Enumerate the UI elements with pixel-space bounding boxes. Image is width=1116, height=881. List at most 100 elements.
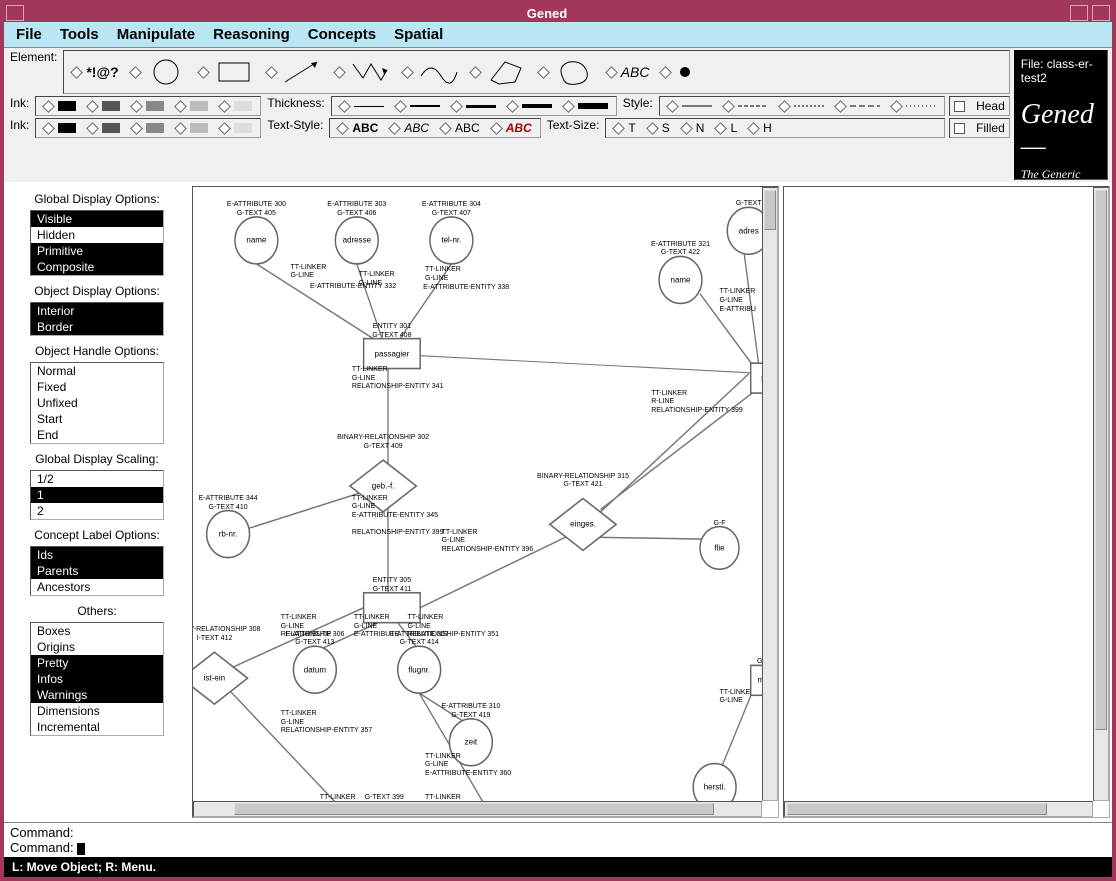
option-item[interactable]: Ancestors xyxy=(31,579,163,595)
node-label: passagier xyxy=(375,349,410,358)
option-item[interactable]: Parents xyxy=(31,563,163,579)
thickness-option[interactable] xyxy=(336,102,388,111)
element-abc[interactable]: ABC xyxy=(603,64,654,80)
textstyle-option[interactable]: ABC xyxy=(437,121,484,135)
edge-annotation: RELATIONSHIP-ENTITY 399 xyxy=(352,529,444,536)
linestyle-option[interactable] xyxy=(832,102,884,111)
option-item[interactable]: Warnings xyxy=(31,687,163,703)
thickness-option[interactable] xyxy=(448,102,500,111)
option-item[interactable]: Border xyxy=(31,319,163,335)
scrollbar-vertical[interactable] xyxy=(762,187,778,801)
title-bar: Gened xyxy=(4,4,1112,22)
element-circle[interactable] xyxy=(127,58,191,86)
ink-swatch[interactable] xyxy=(40,123,80,133)
option-item[interactable]: Dimensions xyxy=(31,703,163,719)
thickness-option[interactable] xyxy=(392,102,444,111)
element-arrow[interactable] xyxy=(263,58,327,86)
option-item[interactable]: Fixed xyxy=(31,379,163,395)
ink-swatch[interactable] xyxy=(84,101,124,111)
textstyle-option[interactable]: ABC xyxy=(334,121,382,135)
ink-swatch[interactable] xyxy=(40,101,80,111)
textsize-option[interactable]: S xyxy=(644,121,674,135)
ink-swatch[interactable] xyxy=(216,123,256,133)
textsize-option[interactable]: T xyxy=(610,121,639,135)
minimize-icon[interactable] xyxy=(1070,5,1088,21)
option-item[interactable]: Interior xyxy=(31,303,163,319)
secondary-canvas[interactable] xyxy=(783,186,1110,818)
edge-annotation: TT-LINKER xyxy=(354,614,390,621)
element-dot[interactable] xyxy=(657,58,699,86)
head-toggle[interactable]: Head xyxy=(949,96,1010,116)
edge-annotation: G-LINE xyxy=(281,623,304,630)
scrollbar-vertical[interactable] xyxy=(1093,187,1109,801)
option-item[interactable]: Composite xyxy=(31,259,163,275)
menu-manipulate[interactable]: Manipulate xyxy=(117,26,195,43)
option-item[interactable]: Visible xyxy=(31,211,163,227)
element-polygon[interactable] xyxy=(467,58,531,86)
menu-tools[interactable]: Tools xyxy=(60,26,99,43)
node-id-label: G-TEXT xyxy=(736,200,762,207)
sidebar: Global Display Options:VisibleHiddenPrim… xyxy=(4,182,190,822)
node-label: tel-nr. xyxy=(441,236,461,245)
textsize-option[interactable]: H xyxy=(745,121,776,135)
linestyle-option[interactable] xyxy=(720,102,772,111)
ink-swatch[interactable] xyxy=(128,123,168,133)
option-item[interactable]: Pretty xyxy=(31,655,163,671)
option-item[interactable]: 1/2 xyxy=(31,471,163,487)
ink-swatch[interactable] xyxy=(128,101,168,111)
option-item[interactable]: Unfixed xyxy=(31,395,163,411)
textsize-option[interactable]: N xyxy=(678,121,709,135)
node-id-label: I-TEXT 412 xyxy=(197,635,233,642)
section-title: Others: xyxy=(10,604,184,618)
option-item[interactable]: Hidden xyxy=(31,227,163,243)
element-curve[interactable] xyxy=(399,58,463,86)
option-item[interactable]: End xyxy=(31,427,163,443)
option-list: InteriorBorder xyxy=(30,302,164,336)
node-label: geb.-f. xyxy=(372,481,395,490)
ink-swatch[interactable] xyxy=(84,123,124,133)
ink-swatch[interactable] xyxy=(172,101,212,111)
linestyle-option[interactable] xyxy=(888,102,940,111)
option-item[interactable]: Normal xyxy=(31,363,163,379)
linestyle-option[interactable] xyxy=(776,102,828,111)
ink-swatch[interactable] xyxy=(172,123,212,133)
maximize-icon[interactable] xyxy=(1092,5,1110,21)
thickness-option[interactable] xyxy=(504,102,556,111)
element-rect[interactable] xyxy=(195,58,259,86)
ink-swatch[interactable] xyxy=(216,101,256,111)
textstyle-option[interactable]: ABC xyxy=(488,121,536,135)
edge-annotation: RELATIONSHIP-ENTITY 341 xyxy=(352,383,444,390)
menu-file[interactable]: File xyxy=(16,26,42,43)
thickness-option[interactable] xyxy=(560,102,612,111)
node-top-label: BINARY-RELATIONSHIP 302 xyxy=(337,434,429,441)
option-item[interactable]: Ids xyxy=(31,547,163,563)
option-list: NormalFixedUnfixedStartEnd xyxy=(30,362,164,444)
menu-spatial[interactable]: Spatial xyxy=(394,26,443,43)
status-bar: L: Move Object; R: Menu. xyxy=(4,857,1112,877)
textstyle-option[interactable]: ABC xyxy=(386,121,433,135)
main-canvas[interactable]: nameE-ATTRIBUTE 300G-TEXT 405adresseE-AT… xyxy=(192,186,779,818)
option-item[interactable]: Origins xyxy=(31,639,163,655)
textstyle-label: Text-Style: xyxy=(265,118,325,138)
linestyle-option[interactable] xyxy=(664,102,716,111)
node-label: ist-ein xyxy=(204,674,225,683)
element-zigzag[interactable] xyxy=(331,58,395,86)
option-item[interactable]: Primitive xyxy=(31,243,163,259)
element-blob[interactable] xyxy=(535,58,599,86)
scrollbar-horizontal[interactable] xyxy=(784,801,1093,817)
edge-annotation: G-TEXT 399 xyxy=(365,794,404,801)
option-item[interactable]: Incremental xyxy=(31,719,163,735)
option-item[interactable]: 2 xyxy=(31,503,163,519)
element-text[interactable]: *!@? xyxy=(68,64,122,80)
option-item[interactable]: 1 xyxy=(31,487,163,503)
option-item[interactable]: Start xyxy=(31,411,163,427)
node-top-label: E-ATTRIBUTE 321 xyxy=(651,241,710,248)
option-item[interactable]: Infos xyxy=(31,671,163,687)
option-item[interactable]: Boxes xyxy=(31,623,163,639)
filled-toggle[interactable]: Filled xyxy=(949,118,1010,138)
menu-reasoning[interactable]: Reasoning xyxy=(213,26,290,43)
scrollbar-horizontal[interactable] xyxy=(193,801,762,817)
menu-concepts[interactable]: Concepts xyxy=(308,26,376,43)
textsize-option[interactable]: L xyxy=(712,121,741,135)
sysmenu-icon[interactable] xyxy=(6,5,24,21)
